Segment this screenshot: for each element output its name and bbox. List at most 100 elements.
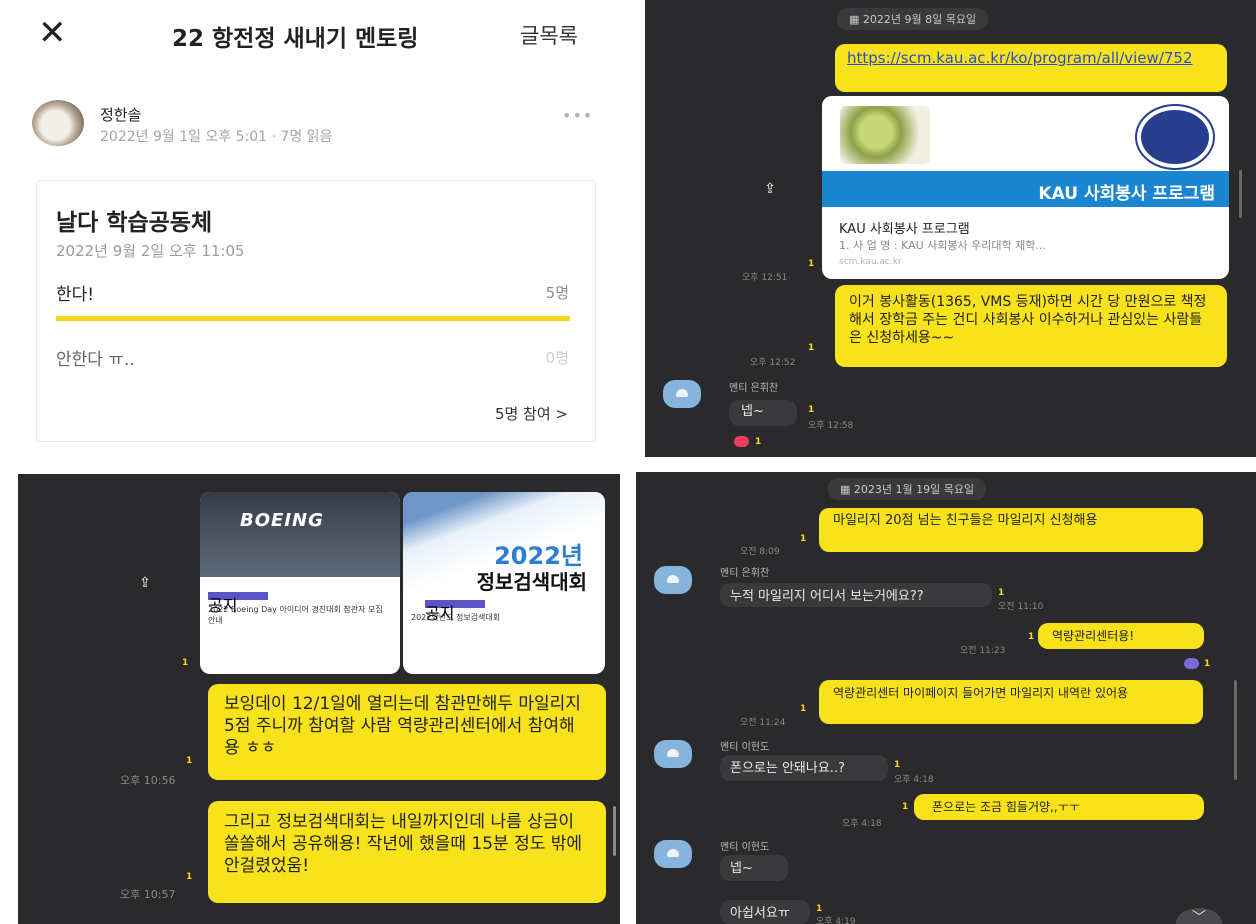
chevron-down-icon[interactable]: ﹀ — [1176, 908, 1222, 924]
link-message[interactable]: https://scm.kau.ac.kr/ko/program/all/vie… — [835, 44, 1227, 92]
message-time: 오후 10:57 — [120, 888, 176, 901]
chat-message[interactable]: 그리고 정보검색대회는 내일까지인데 나름 상금이 쏠쏠해서 공유해용! 작년에… — [208, 801, 606, 903]
sender-name: 멘티 이현도 — [720, 742, 770, 753]
unread-count: 1 — [1028, 632, 1035, 642]
participants-link[interactable]: 5명 참여 > — [495, 403, 568, 424]
share-icon[interactable]: ⇪ — [132, 570, 158, 596]
poll-title: 날다 학습공동체 — [56, 210, 213, 236]
message-time: 오전 11:23 — [960, 646, 1006, 656]
sender-name: 멘티 이현도 — [720, 842, 770, 853]
preview-image — [822, 96, 1229, 171]
chat-message[interactable]: 넵~ — [720, 855, 788, 881]
message-time: 오후 4:19 — [816, 917, 856, 924]
chat-message[interactable]: 누적 마일리지 어디서 보는거에요?? — [720, 583, 992, 607]
contest-name: 정보검색대회 — [476, 570, 587, 594]
poll-progress-bar — [56, 316, 570, 321]
poll-card: 날다 학습공동체 2022년 9월 2일 오후 11:05 한다! 5명 안한다… — [36, 180, 596, 442]
boeing-post-card[interactable]: BOEING 공지 2022 Boeing Day 아이디어 경진대회 참관자 … — [200, 492, 400, 674]
poll-option-count: 0명 — [545, 349, 569, 367]
author-name[interactable]: 정한솔 — [100, 104, 141, 125]
boeing-logo: BOEING — [240, 510, 324, 531]
message-time: 오후 12:58 — [808, 421, 854, 431]
card-title: 2022학년도 정보검색대회 — [411, 613, 501, 622]
chat-message[interactable]: 넵~ — [729, 400, 797, 426]
post-list-button[interactable]: 글목록 — [520, 20, 578, 50]
chat-message[interactable]: 폰으로는 조금 힘들거양,,ㅜㅜ — [914, 794, 1204, 820]
avatar[interactable] — [663, 380, 701, 408]
chat-message[interactable]: 보잉데이 12/1일에 열리는데 참관만해두 마일리지 5점 주니까 참여할 사… — [208, 684, 606, 780]
message-time: 오후 4:18 — [894, 775, 934, 785]
avatar[interactable] — [654, 840, 692, 868]
close-icon[interactable]: ✕ — [38, 14, 67, 52]
notice-badge: 공지 — [425, 600, 485, 623]
avatar[interactable] — [654, 566, 692, 594]
link-text[interactable]: https://scm.kau.ac.kr/ko/program/all/vie… — [847, 49, 1192, 67]
message-time: 오후 12:52 — [750, 358, 796, 368]
poll-option-count: 5명 — [545, 284, 569, 302]
chat-message[interactable]: 역량관리센터 마이페이지 들어가면 마일리지 내역란 있어용 — [819, 680, 1203, 724]
share-icon[interactable]: ⇪ — [757, 176, 783, 202]
reaction-count: 1 — [1204, 659, 1211, 669]
unread-count: 1 — [186, 872, 193, 882]
page-title: 22 항전정 새내기 멘토링 — [172, 26, 419, 52]
preview-banner: KAU 사회봉사 프로그램 — [822, 171, 1229, 207]
chat-message[interactable]: 역량관리센터용! — [1038, 623, 1204, 649]
chat-message[interactable]: 폰으로는 안돼나요..? — [720, 755, 888, 781]
card-title: 2022 Boeing Day 아이디어 경진대회 참관자 모집 안내 — [208, 605, 383, 625]
preview-url: scm.kau.ac.kr — [839, 257, 902, 267]
unread-count: 1 — [808, 405, 815, 415]
message-time: 오후 10:56 — [120, 774, 176, 787]
unread-count: 1 — [182, 658, 189, 668]
unread-count: 1 — [800, 534, 807, 544]
scrollbar[interactable] — [1234, 680, 1237, 780]
preview-photo — [840, 106, 930, 164]
message-time: 오전 11:24 — [740, 718, 786, 728]
university-logo — [1137, 106, 1213, 168]
scrollbar[interactable] — [613, 806, 616, 856]
poll-progress-fill — [56, 316, 570, 321]
unread-count: 1 — [808, 343, 815, 353]
sender-name: 멘티 은휘찬 — [729, 383, 779, 394]
date-text: 2023년 1월 19일 목요일 — [853, 483, 975, 496]
notice-badge: 공지 — [208, 592, 268, 615]
preview-description: 1. 사 업 명 : KAU 사회봉사 우리대학 재학... — [839, 239, 1046, 252]
avatar[interactable] — [32, 100, 84, 146]
scrollbar[interactable] — [1239, 170, 1242, 218]
message-time: 오후 12:51 — [742, 273, 788, 283]
unread-count: 1 — [816, 904, 823, 914]
contest-post-card[interactable]: 2022년 정보검색대회 공지 2022학년도 정보검색대회 — [403, 492, 605, 674]
sender-name: 멘티 은휘찬 — [720, 568, 770, 579]
chat-message[interactable]: 마일리지 20점 넘는 친구들은 마일리지 신청해용 — [819, 508, 1203, 552]
chat-message[interactable]: 이거 봉사활동(1365, VMS 등재)하면 시간 당 만원으로 책정해서 장… — [835, 285, 1227, 367]
like-reaction-icon[interactable] — [1184, 658, 1199, 669]
chat-panel-1: ▦ 2022년 9월 8일 목요일 https://scm.kau.ac.kr/… — [645, 0, 1256, 457]
post-meta: 2022년 9월 1일 오후 5:01 · 7명 읽음 — [100, 129, 333, 145]
unread-count: 1 — [808, 259, 815, 269]
more-options-icon[interactable]: ••• — [562, 106, 593, 125]
calendar-icon: ▦ — [849, 13, 863, 26]
poll-option-label: 한다! — [56, 285, 95, 305]
link-preview-card[interactable]: KAU 사회봉사 프로그램 KAU 사회봉사 프로그램 1. 사 업 명 : K… — [822, 96, 1229, 279]
heart-reaction-icon[interactable] — [734, 436, 749, 447]
unread-count: 1 — [186, 756, 193, 766]
chat-message[interactable]: 아쉽서요ㅠ — [720, 900, 810, 924]
poll-option-no[interactable]: 안한다 ㅠ.. 0명 — [56, 345, 569, 370]
unread-count: 1 — [902, 802, 909, 812]
boeing-airplane-image: BOEING — [200, 492, 400, 577]
poll-date: 2022년 9월 2일 오후 11:05 — [56, 242, 245, 260]
contest-banner-image: 2022년 정보검색대회 — [403, 492, 605, 594]
chat-panel-2: ⇪ BOEING 공지 2022 Boeing Day 아이디어 경진대회 참관… — [18, 474, 620, 924]
poll-option-yes[interactable]: 한다! 5명 — [56, 280, 569, 305]
chat-panel-3: ▦ 2023년 1월 19일 목요일 마일리지 20점 넘는 친구들은 마일리지… — [636, 472, 1256, 924]
message-time: 오전 8:09 — [740, 547, 780, 557]
unread-count: 1 — [800, 704, 807, 714]
poll-option-label: 안한다 ㅠ.. — [56, 350, 135, 370]
date-divider: ▦ 2023년 1월 19일 목요일 — [828, 478, 987, 500]
calendar-icon: ▦ — [840, 483, 854, 496]
date-divider: ▦ 2022년 9월 8일 목요일 — [837, 8, 989, 30]
unread-count: 1 — [998, 588, 1005, 598]
reaction-count: 1 — [755, 437, 762, 447]
avatar[interactable] — [654, 740, 692, 768]
message-time: 오후 4:18 — [842, 819, 882, 829]
unread-count: 1 — [894, 760, 901, 770]
